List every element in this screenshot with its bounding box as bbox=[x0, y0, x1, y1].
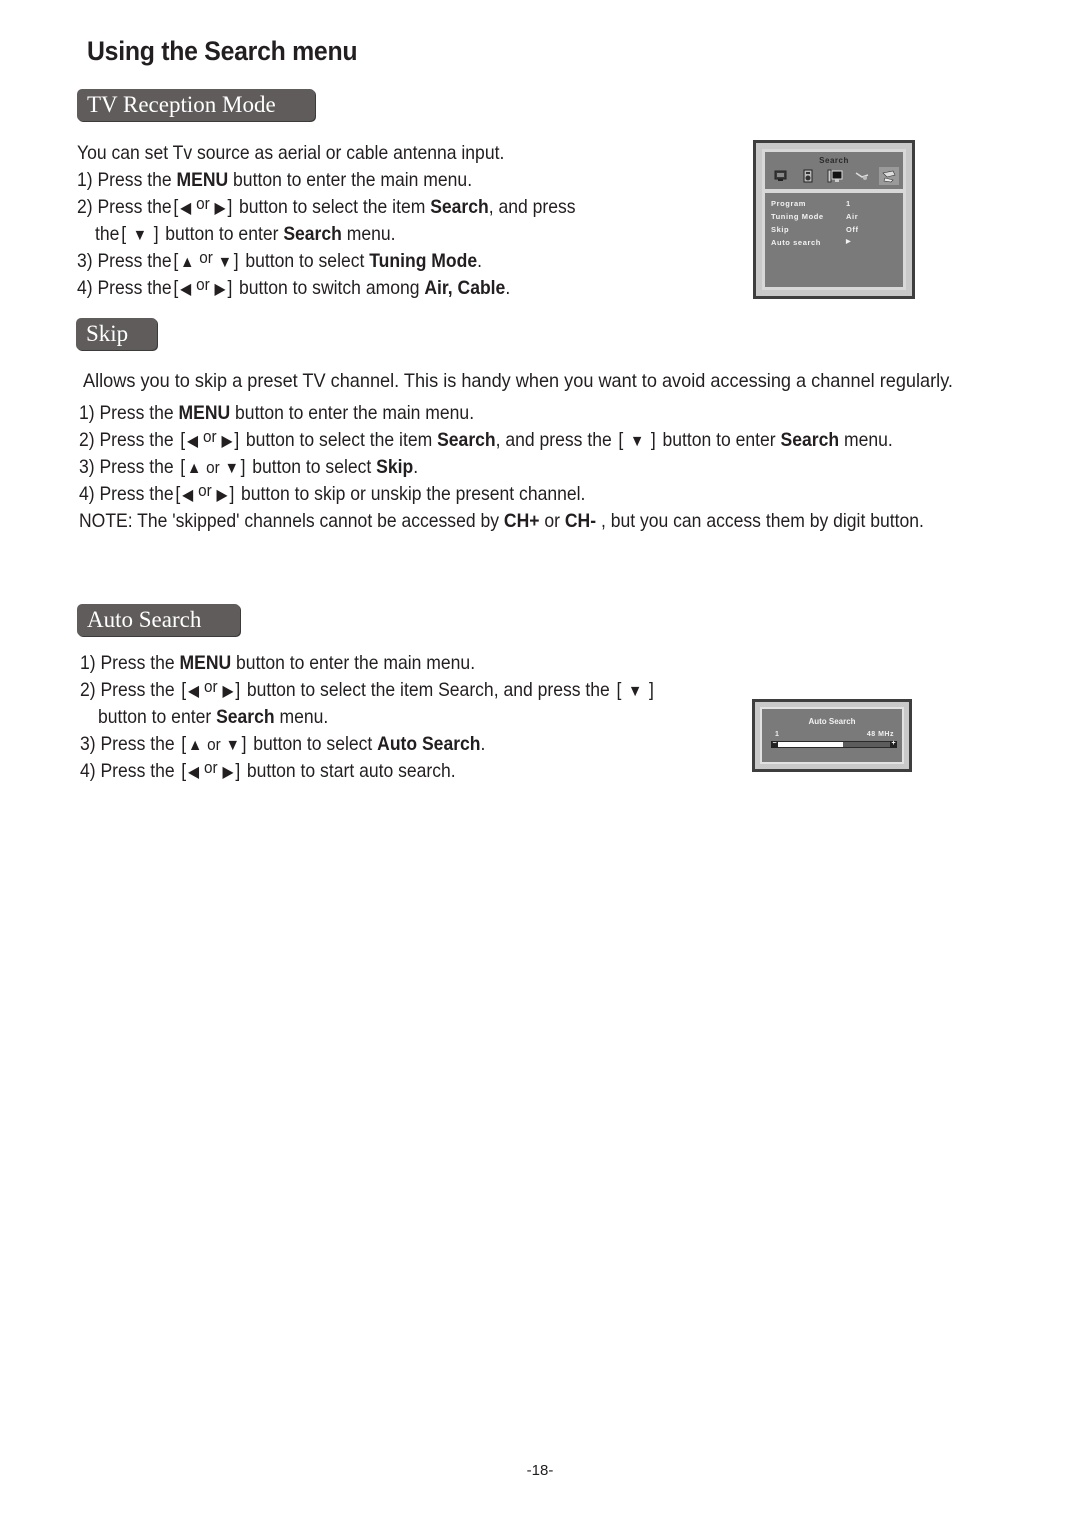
osd-progress-fill bbox=[778, 742, 843, 747]
skip-step-2: 2) Press the [◀ or ▶] button to select t… bbox=[79, 427, 893, 451]
osd-search-menu-screenshot: Search Program 1 Tuning Mode Air Skip Of… bbox=[753, 140, 915, 299]
down-arrow-icon: ▼ bbox=[132, 227, 148, 244]
osd-menu-title: Search bbox=[819, 156, 849, 165]
tv-reception-step-2-cont: the[ ▼ ] button to enter Search menu. bbox=[95, 223, 396, 245]
sound-icon bbox=[798, 167, 818, 185]
left-arrow-icon: ◀ bbox=[180, 281, 192, 298]
auto-search-step-2: 2) Press the [◀ or ▶] button to select t… bbox=[80, 677, 654, 701]
search-antenna-icon bbox=[879, 167, 899, 185]
skip-step-1: 1) Press the MENU button to enter the ma… bbox=[79, 402, 475, 424]
skip-step-4: 4) Press the[◀ or ▶] button to skip or u… bbox=[79, 481, 586, 505]
osd-menu-body: Program 1 Tuning Mode Air Skip Off Auto sea… bbox=[765, 193, 903, 287]
down-arrow-icon: ▼ bbox=[224, 460, 239, 477]
setup-tools-icon bbox=[852, 167, 872, 185]
tv-picture-icon bbox=[771, 167, 791, 185]
right-arrow-icon: ▶ bbox=[216, 487, 228, 504]
pc-monitor-icon bbox=[825, 167, 845, 185]
osd-progress-bar: − + bbox=[771, 740, 897, 748]
page-title: Using the Search menu bbox=[87, 36, 358, 66]
osd-range-max: 48 MHz bbox=[866, 731, 894, 738]
tv-reception-step-2: 2) Press the[◀ or ▶] button to select th… bbox=[77, 194, 576, 218]
section-tag-auto-search: Auto Search bbox=[77, 604, 240, 636]
left-arrow-icon: ◀ bbox=[182, 487, 194, 504]
left-arrow-icon: ◀ bbox=[187, 764, 200, 781]
auto-search-step-2-cont: button to enter Search menu. bbox=[98, 706, 329, 728]
down-arrow-icon: ▼ bbox=[628, 683, 643, 700]
section-tag-tv-reception: TV Reception Mode bbox=[77, 89, 315, 121]
section-tag-skip: Skip bbox=[76, 318, 157, 350]
right-arrow-icon: ▶ bbox=[221, 433, 233, 450]
play-arrow-icon: ▶ bbox=[846, 239, 852, 245]
right-arrow-icon: ▶ bbox=[214, 200, 226, 217]
osd-row-program: Program 1 bbox=[771, 199, 851, 208]
skip-instructions: 1) Press the MENU button to enter the ma… bbox=[79, 400, 924, 535]
osd-row-tuning-mode: Tuning Mode Air bbox=[771, 212, 859, 221]
up-arrow-icon: ▲ bbox=[187, 737, 203, 754]
tv-reception-intro: You can set Tv source as aerial or cable… bbox=[77, 142, 505, 164]
auto-search-instructions: 1) Press the MENU button to enter the ma… bbox=[80, 650, 656, 785]
tv-reception-step-3: 3) Press the[▲ or ▼] button to select Tu… bbox=[77, 248, 483, 272]
osd-row-auto-search: Auto search ▶ bbox=[771, 238, 852, 247]
down-arrow-icon: ▼ bbox=[629, 433, 645, 450]
tv-reception-step-1: 1) Press the MENU button to enter the ma… bbox=[77, 169, 473, 191]
minus-icon: − bbox=[771, 740, 778, 748]
page-number: -18- bbox=[526, 1462, 554, 1479]
left-arrow-icon: ◀ bbox=[187, 683, 200, 700]
tv-reception-instructions: You can set Tv source as aerial or cable… bbox=[77, 140, 576, 302]
osd-range-min: 1 bbox=[775, 731, 779, 738]
osd-menu-header: Search bbox=[765, 152, 903, 189]
down-arrow-icon: ▼ bbox=[225, 737, 240, 754]
skip-note: NOTE: The 'skipped' channels cannot be a… bbox=[79, 510, 924, 532]
osd-auto-search-screenshot: Auto Search 1 48 MHz − + bbox=[752, 699, 912, 772]
auto-search-step-4: 4) Press the [◀ or ▶] button to start au… bbox=[80, 758, 456, 782]
tv-reception-step-4: 4) Press the[◀ or ▶] button to switch am… bbox=[77, 275, 511, 299]
auto-search-step-3: 3) Press the [▲ or ▼] button to select A… bbox=[80, 733, 486, 755]
osd-row-skip: Skip Off bbox=[771, 225, 859, 234]
skip-step-3: 3) Press the [▲ or ▼] button to select S… bbox=[79, 456, 419, 478]
left-arrow-icon: ◀ bbox=[186, 433, 199, 450]
right-arrow-icon: ▶ bbox=[222, 683, 234, 700]
skip-intro: Allows you to skip a preset TV channel. … bbox=[83, 370, 953, 392]
right-arrow-icon: ▶ bbox=[214, 281, 226, 298]
right-arrow-icon: ▶ bbox=[222, 764, 234, 781]
plus-icon: + bbox=[890, 740, 897, 748]
auto-search-step-1: 1) Press the MENU button to enter the ma… bbox=[80, 652, 476, 674]
down-arrow-icon: ▼ bbox=[217, 254, 232, 271]
up-arrow-icon: ▲ bbox=[186, 460, 202, 477]
osd-auto-search-title: Auto Search bbox=[808, 717, 856, 726]
up-arrow-icon: ▲ bbox=[180, 254, 195, 271]
left-arrow-icon: ◀ bbox=[180, 200, 192, 217]
